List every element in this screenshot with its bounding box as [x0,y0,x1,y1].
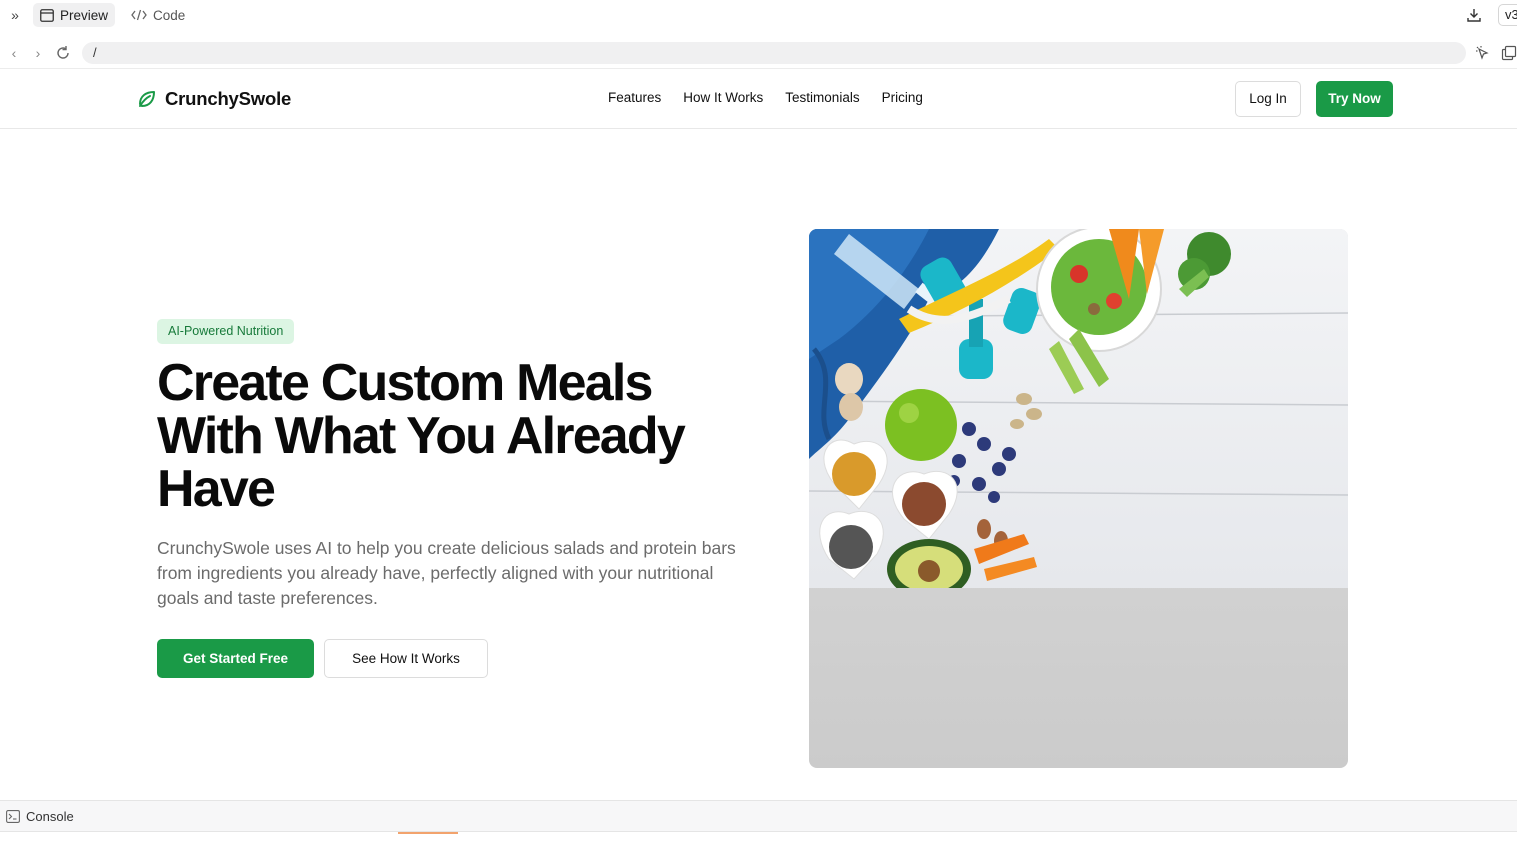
tab-code-label: Code [153,7,186,23]
hero-title: Create Custom Meals With What You Alread… [157,354,686,518]
leaf-icon [139,91,155,107]
download-icon[interactable] [1466,7,1482,23]
site-header: CrunchySwole Features How It Works Testi… [0,70,1517,129]
hero-subtitle: CrunchySwole uses AI to help you create … [157,538,736,608]
tab-code[interactable]: Code [124,3,192,27]
nav-link-how-it-works[interactable]: How It Works [683,90,763,105]
window-icon [40,8,54,22]
hero-image-card [809,229,1348,768]
back-icon[interactable]: ‹ [6,45,22,61]
version-selector[interactable]: v3 [1498,4,1517,26]
open-new-window-icon[interactable] [1501,45,1517,61]
get-started-button[interactable]: Get Started Free [157,639,314,678]
bottom-strip [0,831,1517,841]
hero-badge: AI-Powered Nutrition [157,319,295,344]
tab-preview[interactable]: Preview [33,3,116,27]
expand-sidebar-icon[interactable]: » [7,7,23,23]
element-picker-icon[interactable] [1475,45,1491,61]
url-input[interactable]: / [82,42,1466,64]
preview-navbar: ‹ › / [0,37,1517,69]
terminal-icon [6,810,20,823]
brand-name: CrunchySwole [165,88,292,109]
ide-topbar: » Preview Code v3 [0,0,1517,30]
brand-logo[interactable]: CrunchySwole [137,88,291,110]
hero-food-photo [809,229,1348,588]
forward-icon[interactable]: › [30,45,46,61]
refresh-icon[interactable] [55,45,71,61]
code-icon [131,9,147,21]
main-nav: Features How It Works Testimonials Prici… [608,90,923,105]
see-how-it-works-button[interactable]: See How It Works [324,639,488,678]
tab-preview-label: Preview [60,7,109,23]
nav-link-testimonials[interactable]: Testimonials [785,90,859,105]
nav-link-features[interactable]: Features [608,90,661,105]
console-panel[interactable]: Console [0,800,1517,831]
try-now-button[interactable]: Try Now [1316,81,1393,117]
scroll-indicator [398,832,458,834]
console-label: Console [26,809,74,824]
nav-link-pricing[interactable]: Pricing [882,90,923,105]
login-button[interactable]: Log In [1235,81,1301,117]
